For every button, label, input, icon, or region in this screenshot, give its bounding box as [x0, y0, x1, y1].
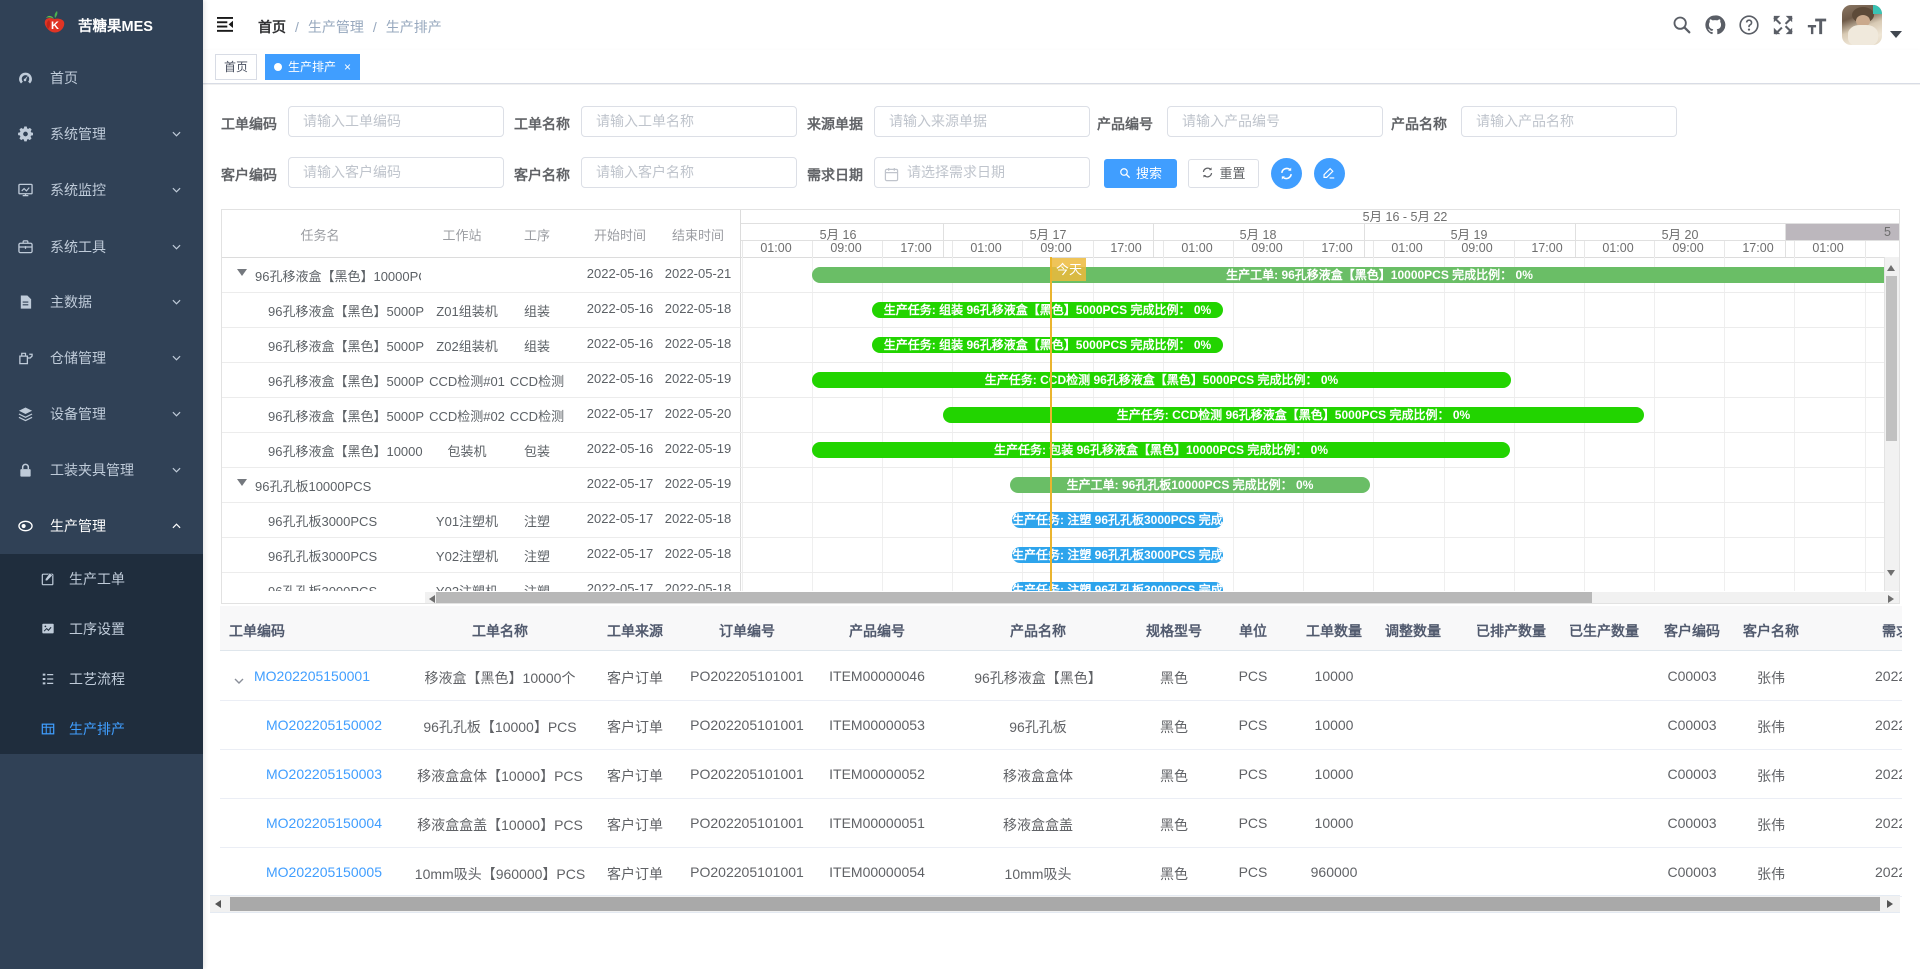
- svg-text:K: K: [51, 20, 59, 32]
